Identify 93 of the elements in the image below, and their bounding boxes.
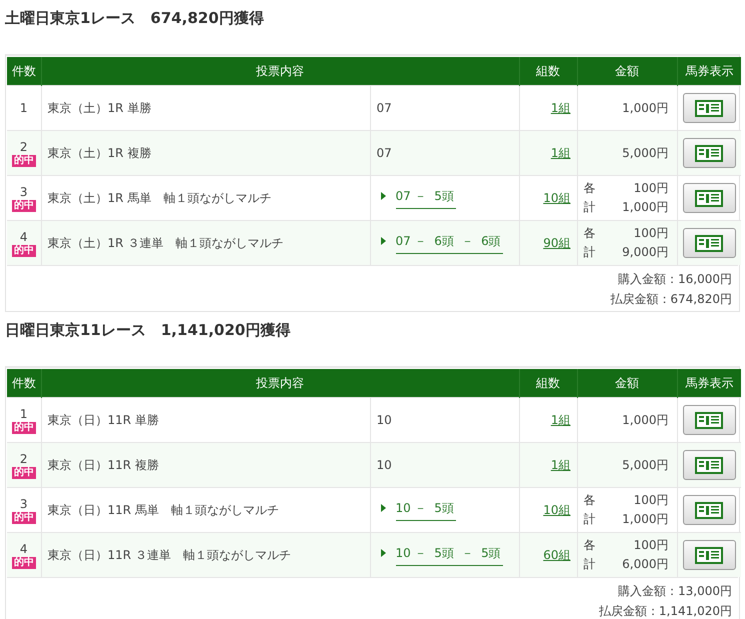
- amount-text: 1,000円: [621, 511, 668, 528]
- bet-description: 東京（土）1R 馬単 軸１頭ながしマルチ: [48, 190, 272, 204]
- amount-label: 計: [584, 199, 596, 216]
- column-header: 件数: [7, 369, 41, 398]
- ticket-icon: [695, 412, 724, 428]
- column-header: 件数: [7, 57, 41, 86]
- expand-icon[interactable]: [380, 237, 386, 246]
- ticket-icon: [695, 546, 724, 564]
- column-header: 投票内容: [41, 57, 519, 86]
- hit-badge: 的中: [12, 466, 36, 478]
- selection-text: 10: [376, 413, 392, 427]
- amount-text: 1,000円: [621, 199, 668, 216]
- row-number: 2: [20, 140, 28, 154]
- expand-icon[interactable]: [380, 549, 386, 558]
- row-number: 1: [20, 101, 28, 115]
- hit-badge: 的中: [12, 200, 36, 212]
- column-header: 金額: [577, 57, 677, 86]
- total-text: 払戻金額：674,820円: [610, 291, 732, 308]
- selection-text: 07: [376, 101, 392, 115]
- amount-label: 各: [584, 537, 596, 554]
- amount-text: 100円: [632, 537, 668, 554]
- count-link[interactable]: 10組: [543, 190, 570, 204]
- selection-text: 10: [376, 458, 392, 472]
- ticket-button[interactable]: [682, 228, 736, 258]
- ticket-button[interactable]: [682, 540, 736, 570]
- bet-description: 東京（土）1R ３連単 軸１頭ながしマルチ: [48, 236, 284, 250]
- bet-description: 東京（日）11R 複勝: [48, 458, 159, 472]
- bet-description: 東京（土）1R 複勝: [48, 146, 152, 160]
- ticket-icon: [695, 190, 724, 206]
- column-header: 投票内容: [41, 369, 519, 398]
- total-text: 払戻金額：1,141,020円: [598, 603, 732, 619]
- column-header: 組数: [519, 57, 577, 86]
- ticket-button[interactable]: [682, 495, 736, 525]
- amount-label: 各: [584, 225, 596, 242]
- row-number: 3: [20, 184, 28, 198]
- amount-text: 100円: [632, 180, 668, 197]
- ticket-icon: [695, 502, 724, 518]
- ticket-button[interactable]: [682, 450, 736, 480]
- hit-badge: 的中: [12, 244, 36, 256]
- row-number: 2: [20, 452, 28, 466]
- amount-label: 計: [584, 244, 596, 261]
- expand-icon[interactable]: [380, 192, 386, 200]
- hit-badge: 的中: [12, 422, 36, 434]
- section-title: 日曜日東京11レース 1,141,020円獲得: [5, 320, 290, 341]
- amount-text: 6,000円: [621, 556, 668, 573]
- total-text: 購入金額：16,000円: [618, 271, 732, 288]
- amount-text: 100円: [632, 225, 668, 242]
- count-link[interactable]: 1組: [550, 458, 570, 472]
- bet-description: 東京（日）11R ３連単 軸１頭ながしマルチ: [48, 548, 291, 562]
- section-title: 土曜日東京1レース 674,820円獲得: [5, 8, 264, 29]
- amount-label: 各: [584, 180, 596, 197]
- amount-text: 9,000円: [621, 244, 668, 261]
- row-number: 4: [20, 542, 28, 556]
- hit-badge: 的中: [12, 556, 36, 568]
- column-header: 馬券表示: [677, 369, 741, 398]
- column-header: 馬券表示: [677, 57, 741, 86]
- column-header: 金額: [577, 369, 677, 398]
- ticket-icon: [695, 456, 724, 474]
- amount-text: 1,000円: [622, 100, 668, 114]
- ticket-icon: [695, 234, 724, 252]
- ticket-button[interactable]: [682, 183, 736, 213]
- ticket-icon: [695, 144, 724, 162]
- selection-link[interactable]: 07 － 5頭: [396, 188, 456, 208]
- hit-badge: 的中: [12, 512, 36, 524]
- row-number: 4: [20, 230, 28, 244]
- selection-link[interactable]: 10 － 5頭: [396, 500, 456, 520]
- count-link[interactable]: 10組: [543, 502, 570, 516]
- amount-text: 5,000円: [622, 146, 668, 160]
- amount-text: 1,000円: [622, 412, 668, 426]
- amount-text: 5,000円: [622, 458, 668, 472]
- count-link[interactable]: 1組: [550, 412, 570, 426]
- count-link[interactable]: 1組: [550, 100, 570, 114]
- hit-badge: 的中: [12, 154, 36, 166]
- bet-description: 東京（日）11R 馬単 軸１頭ながしマルチ: [48, 502, 279, 516]
- ticket-button[interactable]: [682, 138, 736, 168]
- column-header: 組数: [519, 369, 577, 398]
- count-link[interactable]: 60組: [543, 548, 570, 562]
- selection-text: 07: [376, 146, 392, 160]
- row-number: 1: [20, 406, 28, 420]
- ticket-button[interactable]: [682, 405, 736, 435]
- amount-label: 各: [584, 492, 596, 509]
- count-link[interactable]: 90組: [543, 236, 570, 250]
- row-number: 3: [20, 496, 28, 510]
- amount-label: 計: [584, 511, 596, 528]
- bet-description: 東京（日）11R 単勝: [48, 412, 159, 426]
- ticket-icon: [695, 100, 724, 116]
- expand-icon[interactable]: [380, 504, 386, 512]
- amount-label: 計: [584, 556, 596, 573]
- ticket-button[interactable]: [682, 93, 736, 123]
- count-link[interactable]: 1組: [550, 146, 570, 160]
- amount-text: 100円: [632, 492, 668, 509]
- total-text: 購入金額：13,000円: [618, 583, 732, 600]
- bet-description: 東京（土）1R 単勝: [48, 100, 152, 114]
